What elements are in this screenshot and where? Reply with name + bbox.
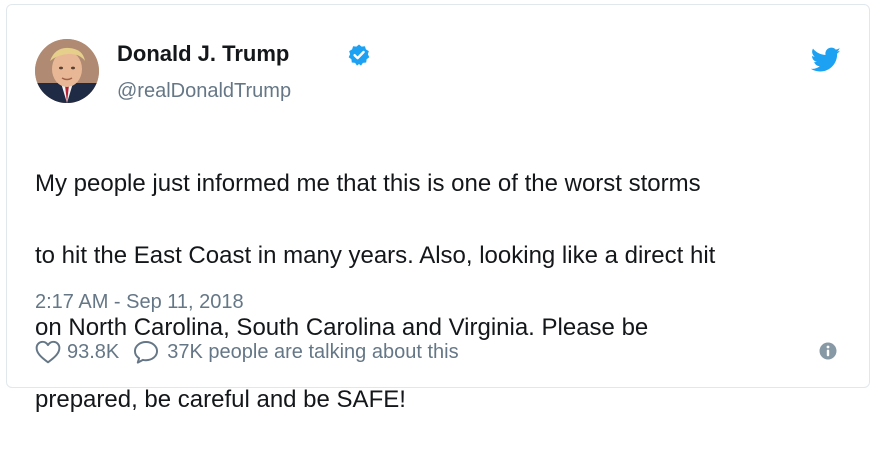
twitter-bird-icon[interactable]	[811, 47, 841, 73]
tweet-timestamp[interactable]: 2:17 AM - Sep 11, 2018	[35, 291, 244, 314]
author-name[interactable]: Donald J. Trump	[117, 41, 289, 67]
talking-about-text: 37K people are talking about this	[167, 340, 459, 363]
info-icon[interactable]	[819, 342, 837, 360]
heart-icon	[35, 340, 61, 364]
tweet-actions: 93.8K 37K people are talking about this	[35, 337, 459, 367]
speech-bubble-icon	[134, 341, 159, 364]
reply-button[interactable]: 37K people are talking about this	[133, 340, 459, 364]
like-button[interactable]: 93.8K	[35, 340, 119, 364]
tweet-line: My people just informed me that this is …	[35, 170, 701, 197]
avatar[interactable]	[35, 39, 99, 103]
avatar-image	[35, 39, 99, 103]
tweet-line: to hit the East Coast in many years. Als…	[35, 242, 716, 269]
verified-badge-icon	[348, 44, 370, 66]
tweet-line: prepared, be careful and be SAFE!	[35, 386, 406, 413]
like-count: 93.8K	[67, 340, 120, 363]
author-handle[interactable]: @realDonaldTrump	[117, 80, 291, 103]
tweet-card: Donald J. Trump @realDonaldTrump My peop…	[6, 4, 870, 413]
